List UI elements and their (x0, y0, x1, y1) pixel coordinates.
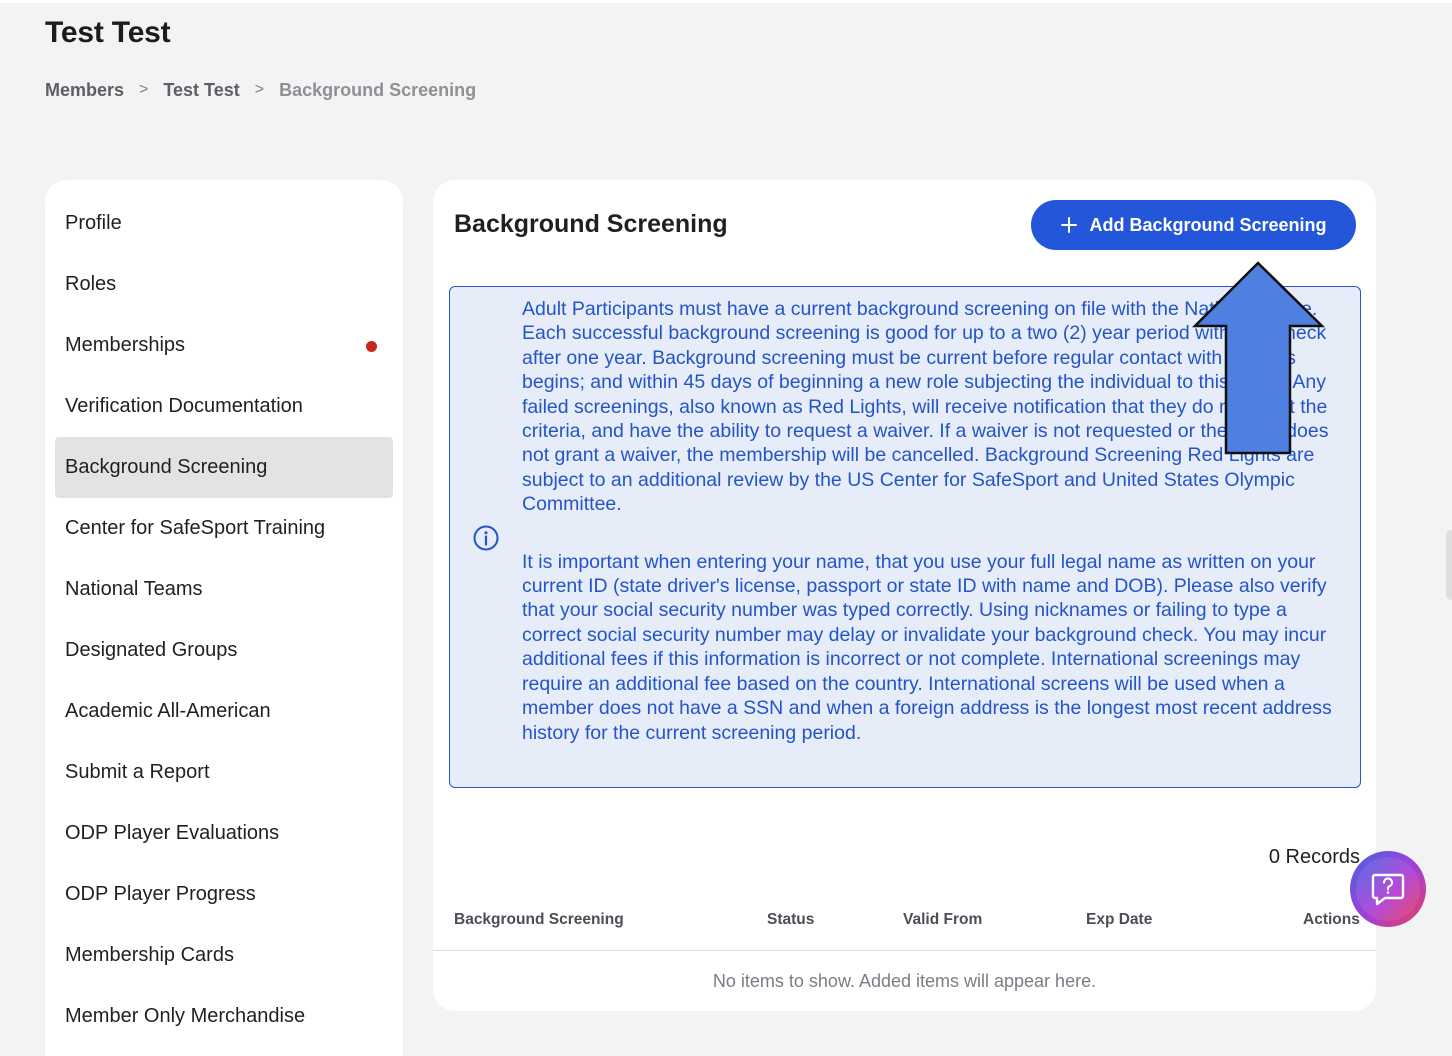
breadcrumb: Members > Test Test > Background Screeni… (45, 79, 476, 101)
top-edge (0, 0, 1452, 3)
breadcrumb-separator: > (254, 81, 265, 98)
sidebar-item-label: Membership Cards (65, 944, 234, 966)
sidebar-item-label: National Teams (65, 578, 203, 600)
info-paragraph-legal-name: It is important when entering your name,… (522, 550, 1332, 744)
records-count: 0 Records (1268, 846, 1360, 868)
page: Test Test Members > Test Test > Backgrou… (0, 0, 1452, 1056)
column-header-status[interactable]: Status (767, 911, 814, 929)
breadcrumb-member[interactable]: Test Test (163, 80, 239, 101)
breadcrumb-members[interactable]: Members (45, 80, 124, 101)
sidebar-item-national-teams[interactable]: National Teams (55, 559, 393, 620)
sidebar-item-membership-cards[interactable]: Membership Cards (55, 925, 393, 986)
sidebar-item-label: Profile (65, 212, 122, 234)
up-arrow-icon (1191, 261, 1326, 455)
sidebar-item-label: ODP Player Progress (65, 883, 256, 905)
section-title: Background Screening (454, 210, 728, 238)
help-chat-button[interactable] (1350, 851, 1426, 927)
sidebar-item-roles[interactable]: Roles (55, 254, 393, 315)
sidebar-item-label: ODP Player Evaluations (65, 822, 280, 844)
sidebar-nav: Profile Roles Memberships Verification D… (45, 180, 403, 1056)
table-divider (433, 950, 1376, 951)
help-chat-icon (1371, 873, 1405, 906)
sidebar-item-label: Memberships (65, 334, 186, 356)
sidebar-item-label: Background Screening (65, 456, 268, 478)
sidebar-item-label: Designated Groups (65, 639, 238, 661)
sidebar-item-label: Center for SafeSport Training (65, 517, 326, 539)
sidebar-item-academic-all-american[interactable]: Academic All-American (55, 681, 393, 742)
sidebar-item-label: Submit a Report (65, 761, 210, 783)
sidebar-item-odp-player-evaluations[interactable]: ODP Player Evaluations (55, 803, 393, 864)
notification-dot (366, 340, 377, 352)
sidebar-item-label: Member Only Merchandise (65, 1005, 306, 1027)
help-fab-inner (1356, 857, 1420, 921)
scroll-edge (1446, 530, 1452, 600)
sidebar-item-label: Roles (65, 273, 117, 295)
breadcrumb-separator: > (139, 81, 149, 98)
empty-table-message: No items to show. Added items will appea… (712, 971, 1097, 991)
breadcrumb-current: Background Screening (279, 79, 477, 100)
add-button-label: Add Background Screening (1089, 214, 1327, 235)
sidebar-item-label: Academic All-American (65, 700, 271, 722)
column-header-valid-from[interactable]: Valid From (903, 911, 982, 929)
sidebar-item-safesport-training[interactable]: Center for SafeSport Training (55, 498, 393, 559)
sidebar-item-background-screening[interactable]: Background Screening (55, 437, 393, 498)
page-title: Test Test (45, 16, 171, 49)
column-header-background-screening[interactable]: Background Screening (454, 911, 624, 929)
column-header-actions: Actions (1303, 911, 1360, 928)
add-background-screening-button[interactable]: Add Background Screening (1031, 200, 1356, 250)
sidebar-item-member-only-merchandise[interactable]: Member Only Merchandise (55, 986, 393, 1047)
sidebar-item-memberships[interactable]: Memberships (55, 315, 393, 376)
sidebar-item-odp-player-progress[interactable]: ODP Player Progress (55, 864, 393, 925)
sidebar-item-designated-groups[interactable]: Designated Groups (55, 620, 393, 681)
sidebar-item-label: Verification Documentation (65, 395, 303, 417)
sidebar-item-submit-report[interactable]: Submit a Report (55, 742, 393, 803)
sidebar-item-verification-documentation[interactable]: Verification Documentation (55, 376, 393, 437)
info-icon (473, 525, 499, 551)
column-header-exp-date[interactable]: Exp Date (1086, 911, 1152, 929)
sidebar-item-profile[interactable]: Profile (55, 193, 393, 254)
plus-icon (1060, 216, 1078, 234)
